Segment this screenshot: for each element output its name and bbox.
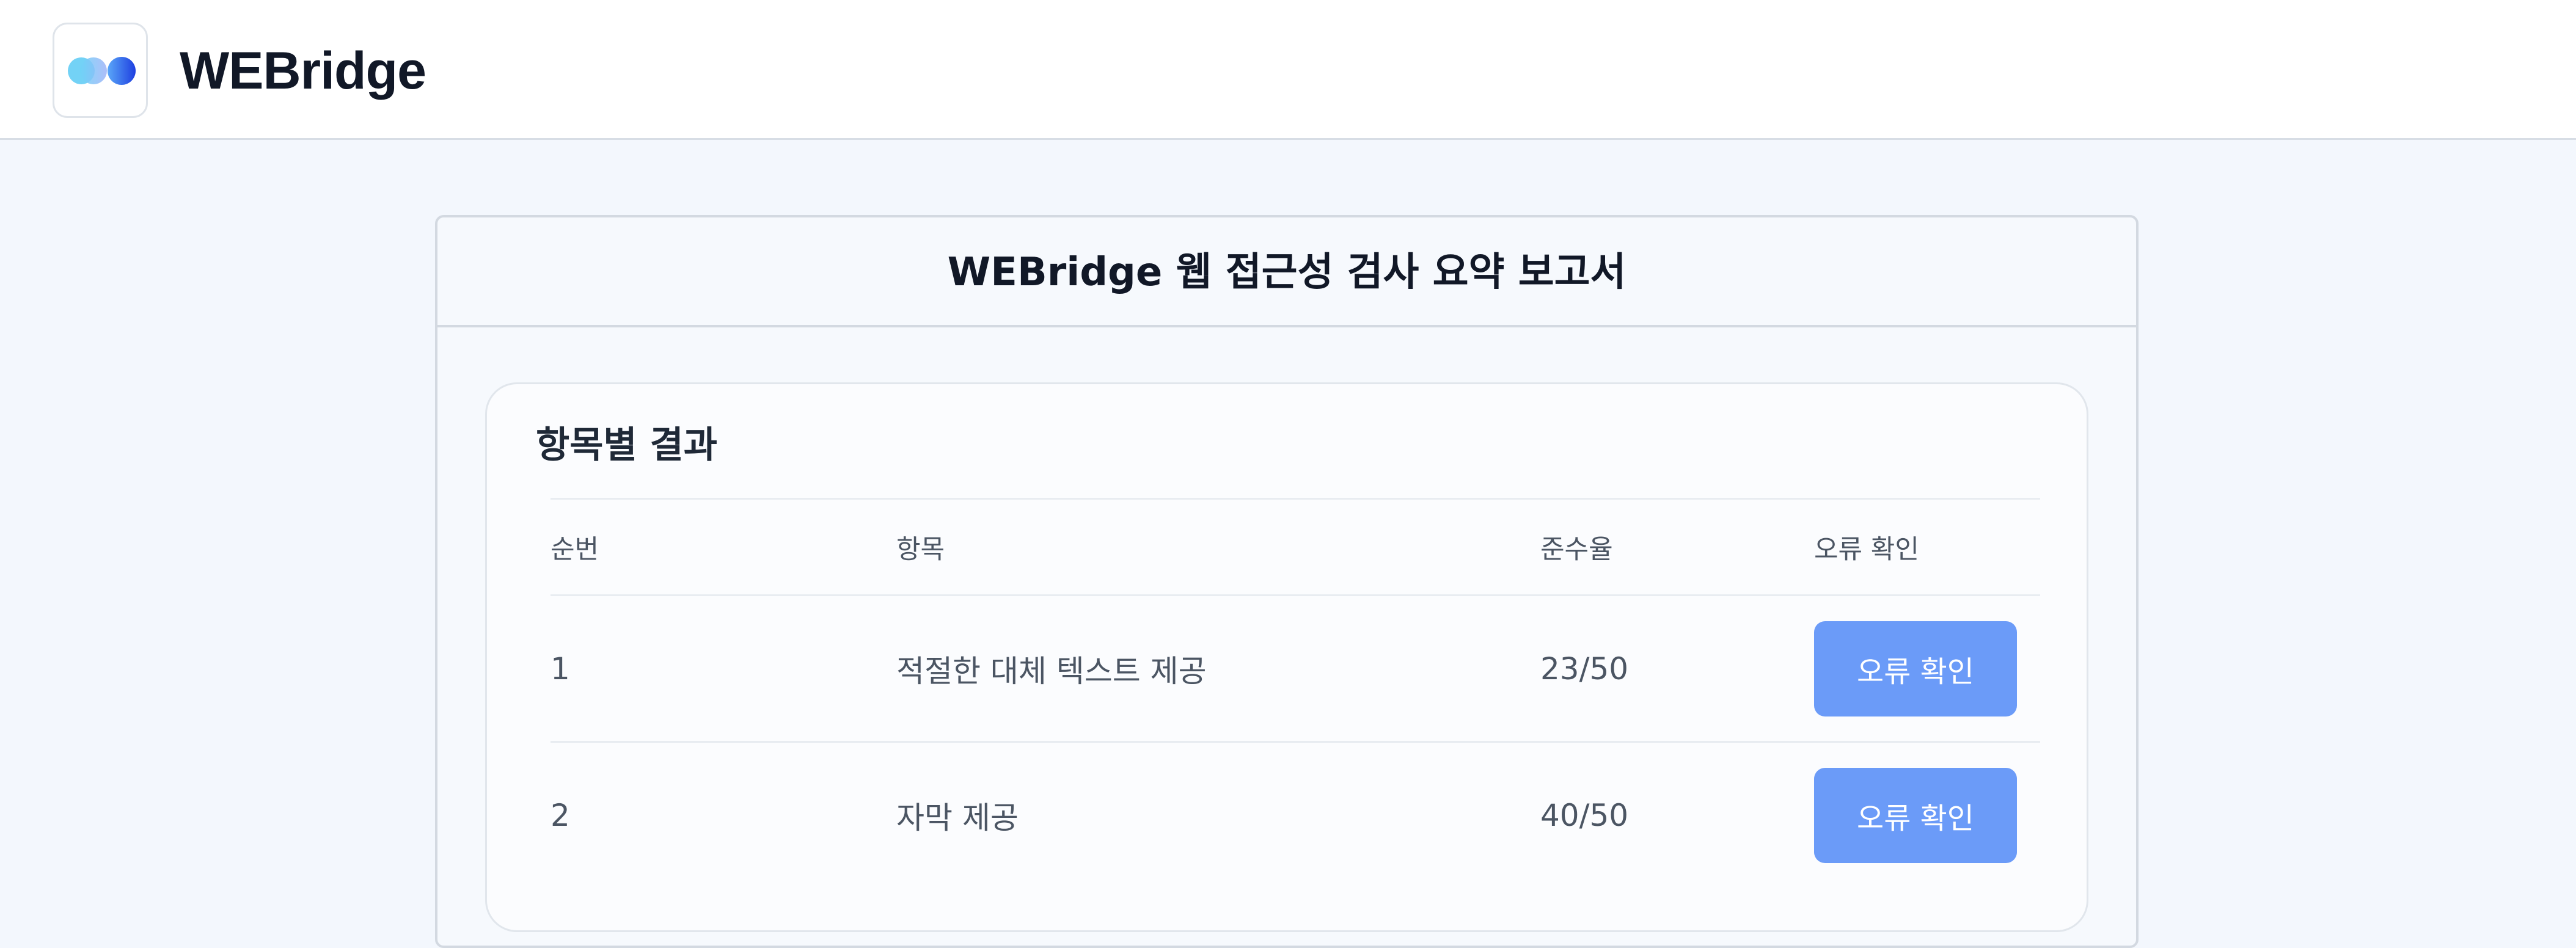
check-errors-button[interactable]: 오류 확인 [1814,767,2017,863]
report-title: WEBridge 웹 접근성 검사 요약 보고서 [947,250,1626,295]
top-navigation-bar: WEBridge [0,0,2576,140]
row-item: 자막 제공 [896,800,1019,836]
report-header: WEBridge 웹 접근성 검사 요약 보고서 [437,217,2136,327]
row-number: 2 [551,797,570,833]
row-error-cell: 오류 확인 [1814,596,2040,741]
section-title: 항목별 결과 [536,424,717,467]
column-header-error-check: 오류 확인 [1814,534,1919,565]
row-compliance-rate: 23/50 [1540,651,1629,687]
row-error-cell: 오류 확인 [1814,743,2040,888]
brand-name[interactable]: WEBridge [180,40,426,101]
table-row: 2 자막 제공 40/50 오류 확인 [551,741,2040,888]
row-item: 적절한 대체 텍스트 제공 [896,653,1207,689]
column-header-item: 항목 [896,534,945,565]
column-header-number: 순번 [551,534,599,565]
check-errors-button[interactable]: 오류 확인 [1814,621,2017,716]
results-card: 항목별 결과 순번 항목 준수율 오류 확인 1 적절한 대체 텍스트 제공 2… [485,382,2088,932]
column-header-compliance-rate: 준수율 [1540,534,1613,565]
report-panel: WEBridge 웹 접근성 검사 요약 보고서 항목별 결과 순번 항목 준수… [435,215,2139,948]
table-row: 1 적절한 대체 텍스트 제공 23/50 오류 확인 [551,594,2040,741]
results-table: 순번 항목 준수율 오류 확인 1 적절한 대체 텍스트 제공 23/50 오류… [551,498,2040,888]
row-number: 1 [551,651,570,687]
table-header-row: 순번 항목 준수율 오류 확인 [551,498,2040,594]
row-compliance-rate: 40/50 [1540,797,1629,833]
logo-icon[interactable] [53,23,148,118]
